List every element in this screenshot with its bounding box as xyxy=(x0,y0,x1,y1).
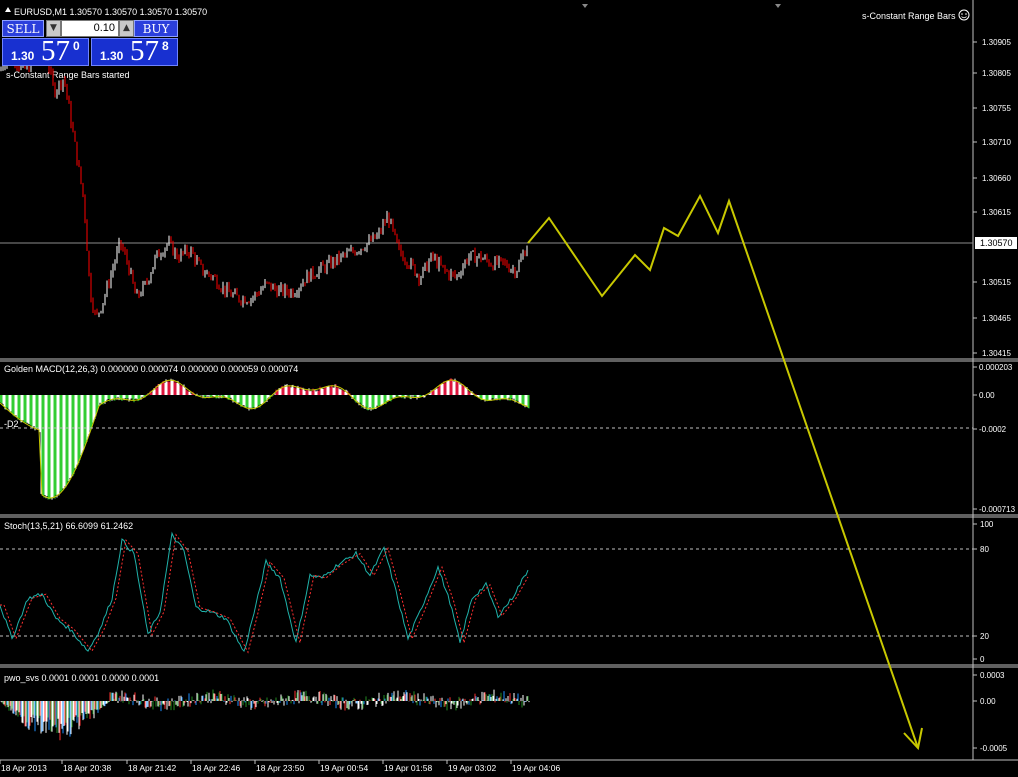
macd-tick-label: -0.0002 xyxy=(979,425,1007,434)
status-message: s-Constant Range Bars started xyxy=(6,70,130,80)
stoch-tick-label: 0 xyxy=(980,655,985,664)
chart-header: EURUSD,M1 1.30570 1.30570 1.30570 1.3057… xyxy=(5,7,207,17)
pwo-tick-label: 0.00 xyxy=(980,697,996,706)
bid-prefix: 1.30 xyxy=(11,49,35,63)
bid-big-digits: 57 xyxy=(41,38,70,66)
price-tick-label: 1.30465 xyxy=(982,314,1011,323)
time-tick-label: 19 Apr 00:54 xyxy=(320,763,368,773)
lot-decrease-icon[interactable]: ▼ xyxy=(46,20,61,37)
stoch-tick-label: 100 xyxy=(980,520,994,529)
time-tick-label: 18 Apr 2013 xyxy=(1,763,47,773)
price-tick-label: 1.30905 xyxy=(982,38,1011,47)
pwo-label: pwo_svs 0.0001 0.0001 0.0000 0.0001 xyxy=(4,673,159,683)
lot-size-input[interactable]: 0.10 xyxy=(61,20,119,37)
current-price-badge: 1.30570 xyxy=(975,237,1017,249)
time-tick-label: 19 Apr 04:06 xyxy=(512,763,560,773)
macd-label: Golden MACD(12,26,3) 0.000000 0.000074 0… xyxy=(4,364,298,374)
time-tick-label: 19 Apr 01:58 xyxy=(384,763,432,773)
ask-prefix: 1.30 xyxy=(100,49,124,63)
macd-tick-label: 0.00 xyxy=(979,391,995,400)
buy-button[interactable]: BUY xyxy=(134,20,178,37)
price-tick-label: 1.30755 xyxy=(982,104,1011,113)
stoch-tick-label: 80 xyxy=(980,545,989,554)
chart-window[interactable]: EURUSD,M1 1.30570 1.30570 1.30570 1.3057… xyxy=(0,0,1018,777)
price-tick-label: 1.30710 xyxy=(982,138,1011,147)
pwo-tick-label: -0.0005 xyxy=(980,744,1008,753)
time-tick-label: 19 Apr 03:02 xyxy=(448,763,496,773)
one-click-trading-panel: SELL ▼ 0.10 ▲ BUY 1.30 57 0 1.30 57 8 xyxy=(2,20,178,66)
price-tick-label: 1.30805 xyxy=(982,69,1011,78)
indicator-title: s-Constant Range Bars xyxy=(862,11,956,21)
time-tick-label: 18 Apr 22:46 xyxy=(192,763,240,773)
ask-big-digits: 57 xyxy=(130,38,159,66)
stoch-label: Stoch(13,5,21) 66.6099 61.2462 xyxy=(4,521,133,531)
macd-tick-label: -0.000713 xyxy=(979,505,1016,514)
chart-title: EURUSD,M1 1.30570 1.30570 1.30570 1.3057… xyxy=(14,7,207,17)
lot-increase-icon[interactable]: ▲ xyxy=(119,20,134,37)
price-tick-label: 1.30515 xyxy=(982,278,1011,287)
pwo-tick-label: 0.0003 xyxy=(980,671,1005,680)
sell-button[interactable]: SELL xyxy=(2,20,44,37)
price-tick-label: 1.30415 xyxy=(982,349,1011,358)
stoch-tick-label: 20 xyxy=(980,632,989,641)
ask-quote[interactable]: 1.30 57 8 xyxy=(91,38,178,66)
macd-extra-label: -D2 xyxy=(4,419,19,429)
macd-tick-label: 0.000203 xyxy=(979,363,1013,372)
time-tick-label: 18 Apr 23:50 xyxy=(256,763,304,773)
price-tick-label: 1.30615 xyxy=(982,208,1011,217)
price-tick-label: 1.30660 xyxy=(982,174,1011,183)
ask-pip-digit: 8 xyxy=(162,39,169,53)
time-tick-label: 18 Apr 21:42 xyxy=(128,763,176,773)
current-price-label: 1.30570 xyxy=(980,238,1013,248)
bid-quote[interactable]: 1.30 57 0 xyxy=(2,38,89,66)
time-tick-label: 18 Apr 20:38 xyxy=(63,763,111,773)
bid-pip-digit: 0 xyxy=(73,39,80,53)
